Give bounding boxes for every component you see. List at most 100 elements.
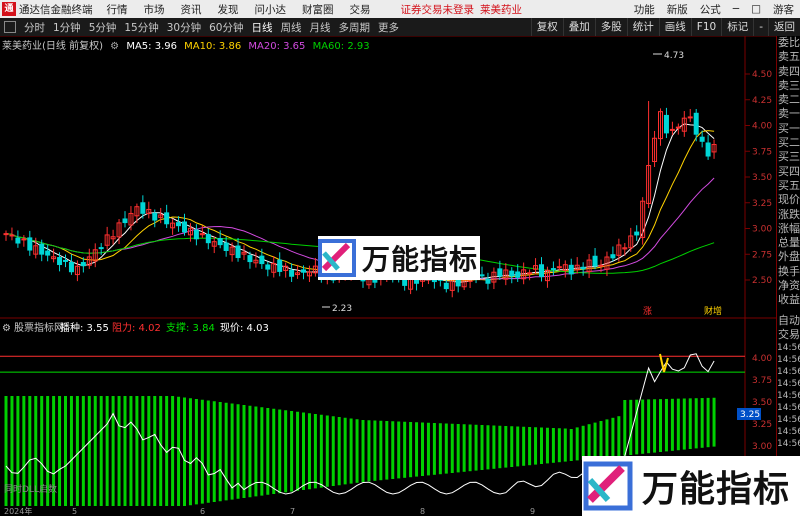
candle-body xyxy=(98,247,104,250)
menu-formula[interactable]: 公式 xyxy=(700,2,721,17)
indicator-axis: 4.00 3.75 3.50 3.25 3.00 xyxy=(752,354,772,452)
chart-action-buttons: 复权 叠加 多股 统计 画线 F10 标记 - 返回 xyxy=(530,18,800,36)
candle-body xyxy=(176,222,182,227)
trade-time: 14:56 xyxy=(777,439,800,450)
period-tab-more[interactable]: 更多 xyxy=(374,20,403,35)
candle-body xyxy=(598,264,604,267)
date-tick-label: 8 xyxy=(420,507,425,516)
menu-item-trade[interactable]: 交易 xyxy=(350,2,371,17)
candle-body xyxy=(259,255,265,265)
period-tab-weekly[interactable]: 周线 xyxy=(277,20,306,35)
period-tab-1min[interactable]: 1分钟 xyxy=(49,20,85,35)
quote-label: 委比 xyxy=(778,36,800,49)
quote-label: 买五 xyxy=(778,178,800,192)
indicator-resistance: 阻力: 4.02 xyxy=(112,321,161,334)
candle-body xyxy=(675,126,681,129)
candle-body xyxy=(3,233,9,236)
indicator-footer: 同时DLL启数 xyxy=(4,483,57,495)
candle-body xyxy=(610,254,616,259)
login-notice[interactable]: 证券交易未登录 xyxy=(401,2,475,17)
date-tick-label: 6 xyxy=(200,507,205,516)
multi-stock-button[interactable]: 多股 xyxy=(594,18,627,36)
candle-body xyxy=(140,202,146,214)
period-tab-60min[interactable]: 60分钟 xyxy=(205,20,247,35)
draw-line-button[interactable]: 画线 xyxy=(658,18,691,36)
menu-right: 功能 新版 公式 ─ □ 游客 xyxy=(622,0,794,18)
menu-function[interactable]: 功能 xyxy=(634,2,655,17)
trade-time: 14:56 xyxy=(777,367,800,378)
candle-body xyxy=(509,270,515,277)
quote-label: 涨跌 xyxy=(778,207,800,221)
quote-label: 买四 xyxy=(778,164,800,178)
candle-body xyxy=(193,229,199,240)
candle-body xyxy=(634,231,640,236)
candle-body xyxy=(568,264,574,275)
indicator-title: 股票指标网 xyxy=(14,321,64,334)
candle-body xyxy=(443,282,449,290)
period-tab-daily[interactable]: 日线 xyxy=(248,20,277,35)
candle-body xyxy=(223,242,229,252)
guest-label[interactable]: 游客 xyxy=(773,2,794,17)
watermark-top: 万能指标 xyxy=(318,236,480,280)
period-tab-15min[interactable]: 15分钟 xyxy=(120,20,162,35)
candle-body xyxy=(80,262,86,267)
indicator-settings-icon[interactable]: ⚙ xyxy=(2,323,11,334)
maximize-icon[interactable]: □ xyxy=(751,3,761,15)
low-price-label: 2.23 xyxy=(332,304,352,314)
price-tick-label: 2.50 xyxy=(752,276,772,286)
trade-time: 14:56 xyxy=(777,415,800,426)
quote-label: 现价 xyxy=(778,193,800,207)
trade-time: 14:56 xyxy=(777,427,800,438)
price-tick-label: 2.75 xyxy=(752,250,772,260)
minimize-icon[interactable]: ─ xyxy=(733,3,739,15)
f10-button[interactable]: F10 xyxy=(690,18,721,36)
back-button[interactable]: 返回 xyxy=(768,18,800,36)
candle-body xyxy=(57,257,63,266)
period-tab-5min[interactable]: 5分钟 xyxy=(85,20,121,35)
mark-button[interactable]: 标记 xyxy=(721,18,753,36)
candle-body xyxy=(479,274,485,277)
candle-body xyxy=(164,212,170,225)
menu-item-discover[interactable]: 发现 xyxy=(218,2,239,17)
date-tick-label: 9 xyxy=(530,507,535,516)
adjust-button[interactable]: 复权 xyxy=(530,18,563,36)
candle-body xyxy=(592,255,598,267)
menu-item-community[interactable]: 财富圈 xyxy=(302,2,334,17)
menu-item-ask[interactable]: 问小达 xyxy=(255,2,287,17)
quote-label: 卖五 xyxy=(778,50,800,64)
dash-button[interactable]: - xyxy=(753,18,768,36)
price-axis: 4.50 4.25 4.00 3.75 3.50 3.25 3.00 2.75 2.50 xyxy=(745,70,772,286)
quote-label: 买二 xyxy=(778,136,800,150)
quote-label: 卖四 xyxy=(778,64,800,78)
indicator-tick-label: 4.00 xyxy=(752,354,772,364)
auto-trade-label[interactable]: 自动 xyxy=(777,314,800,328)
candle-body xyxy=(63,259,68,262)
price-tick-label: 3.25 xyxy=(752,199,772,209)
quote-label: 收益 xyxy=(778,293,800,307)
candle-body xyxy=(39,243,45,255)
candle-body xyxy=(289,269,295,277)
menu-new-version[interactable]: 新版 xyxy=(667,2,688,17)
auto-trade-label[interactable]: 交易 xyxy=(777,328,800,342)
marker-rise: 涨 xyxy=(643,306,652,317)
indicator-support: 支撑: 3.84 xyxy=(166,321,215,334)
period-tab-timeshare[interactable]: 分时 xyxy=(20,20,49,35)
watermark-logo-icon xyxy=(583,461,633,511)
marker-finance: 财增 xyxy=(704,305,722,317)
price-tick-label: 3.75 xyxy=(752,147,772,157)
candle-body xyxy=(152,212,158,221)
trade-time: 14:56 xyxy=(777,379,800,390)
menu-item-market[interactable]: 市场 xyxy=(144,2,165,17)
period-tab-monthly[interactable]: 月线 xyxy=(306,20,335,35)
panel-toggle-icon[interactable] xyxy=(4,21,16,33)
period-tab-multi[interactable]: 多周期 xyxy=(335,20,375,35)
menu-item-news[interactable]: 资讯 xyxy=(181,2,202,17)
overlay-button[interactable]: 叠加 xyxy=(562,18,595,36)
statistics-button[interactable]: 统计 xyxy=(626,18,659,36)
indicator-price: 现价: 4.03 xyxy=(220,322,269,334)
menu-item-quotes[interactable]: 行情 xyxy=(107,2,128,17)
price-tick-label: 4.25 xyxy=(752,96,772,106)
period-tab-30min[interactable]: 30分钟 xyxy=(163,20,205,35)
candle-body xyxy=(68,262,74,273)
candle-body xyxy=(687,116,693,119)
